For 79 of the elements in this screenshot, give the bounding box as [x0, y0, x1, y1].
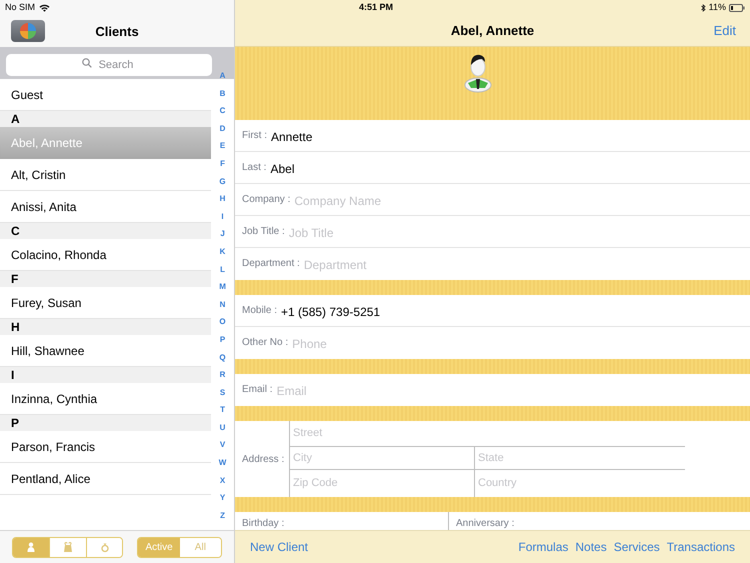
index-letter[interactable]: V — [220, 436, 226, 454]
field-label: Address : — [242, 452, 286, 467]
index-letter[interactable]: K — [220, 242, 226, 261]
index-letter[interactable]: P — [220, 330, 226, 348]
index-letter[interactable]: N — [220, 296, 226, 314]
index-letter[interactable]: E — [220, 137, 226, 155]
section-header: F — [0, 271, 212, 287]
text-field[interactable]: State — [475, 447, 685, 470]
index-letter[interactable]: F — [220, 154, 225, 173]
toolbar-link[interactable]: Services — [614, 538, 660, 556]
section-header: C — [0, 223, 212, 239]
person-icon — [26, 541, 36, 553]
bluetooth-icon — [700, 4, 706, 12]
index-letter[interactable]: D — [220, 120, 226, 138]
section-header: P — [0, 415, 212, 431]
field-label: Email : — [242, 383, 273, 398]
index-letter[interactable]: U — [220, 418, 226, 436]
text-field[interactable]: Department — [304, 254, 750, 276]
section-header: H — [0, 319, 212, 335]
client-type-tab[interactable] — [13, 538, 49, 556]
toolbar-link[interactable]: Formulas — [518, 538, 568, 556]
index-letter[interactable]: M — [219, 278, 226, 296]
index-letter[interactable]: S — [220, 384, 226, 402]
section-header: A — [0, 111, 212, 127]
battery-icon — [729, 4, 745, 12]
field-label: Department : — [242, 257, 300, 272]
ring-icon — [100, 541, 110, 553]
text-field[interactable]: City — [290, 447, 475, 470]
new-client-link[interactable]: New Client — [250, 538, 308, 556]
client-name-title: Abel, Annette — [450, 22, 534, 40]
index-letter[interactable]: Y — [220, 489, 226, 507]
sidebar-title: Clients — [95, 22, 139, 41]
text-field[interactable]: Street — [290, 421, 685, 448]
index-letter[interactable]: I — [221, 208, 224, 226]
index-letter[interactable]: J — [220, 225, 225, 243]
field-label: First : — [242, 129, 267, 144]
index-letter[interactable]: Q — [219, 348, 226, 366]
edit-button[interactable]: Edit — [714, 21, 736, 41]
index-letter[interactable]: R — [220, 366, 226, 384]
text-field[interactable]: Abel — [270, 158, 750, 180]
app-logo-button[interactable] — [11, 20, 45, 42]
pinwheel-icon — [20, 23, 36, 39]
index-letter[interactable]: W — [218, 454, 226, 472]
wifi-icon — [39, 4, 50, 12]
index-letter[interactable]: L — [220, 260, 225, 278]
section-header: I — [0, 367, 212, 383]
carrier-text: No SIM — [5, 1, 36, 14]
toolbar-link[interactable]: Notes — [575, 538, 607, 556]
battery-text: 11% — [708, 1, 726, 14]
search-field[interactable]: Search — [6, 54, 212, 76]
index-letter[interactable]: T — [220, 401, 225, 419]
index-letter[interactable]: O — [219, 313, 226, 331]
index-letter[interactable]: X — [220, 472, 226, 490]
text-field[interactable]: Company Name — [294, 190, 750, 212]
index-letter[interactable]: G — [219, 172, 226, 190]
index-letter[interactable]: Z — [220, 506, 225, 524]
text-field[interactable]: Country — [475, 470, 685, 498]
index-letter[interactable]: A — [220, 67, 226, 85]
client-type-tab[interactable] — [86, 538, 122, 556]
field-label: Company : — [242, 193, 290, 208]
field-label: Birthday : — [242, 518, 286, 530]
search-icon — [82, 58, 92, 68]
field-label: Last : — [242, 161, 266, 176]
text-field[interactable]: Annette — [271, 126, 750, 148]
field-label: Job Title : — [242, 225, 285, 240]
text-field[interactable]: Phone — [292, 333, 750, 356]
field-label: Anniversary : — [456, 518, 516, 530]
text-field[interactable]: +1 (585) 739-5251 — [281, 301, 750, 324]
text-field[interactable]: Job Title — [288, 222, 750, 244]
index-letter[interactable]: H — [220, 190, 226, 208]
text-field[interactable]: Email — [276, 380, 750, 402]
client-type-tab[interactable] — [48, 538, 86, 556]
index-letter[interactable]: B — [220, 84, 226, 102]
index-letter[interactable]: C — [220, 102, 226, 120]
toolbar-link[interactable]: Transactions — [666, 538, 735, 556]
field-label: Mobile : — [242, 304, 278, 318]
bag-icon — [62, 541, 73, 553]
clock-text: 4:51 PM — [359, 1, 394, 14]
field-label: Other No : — [242, 336, 288, 350]
